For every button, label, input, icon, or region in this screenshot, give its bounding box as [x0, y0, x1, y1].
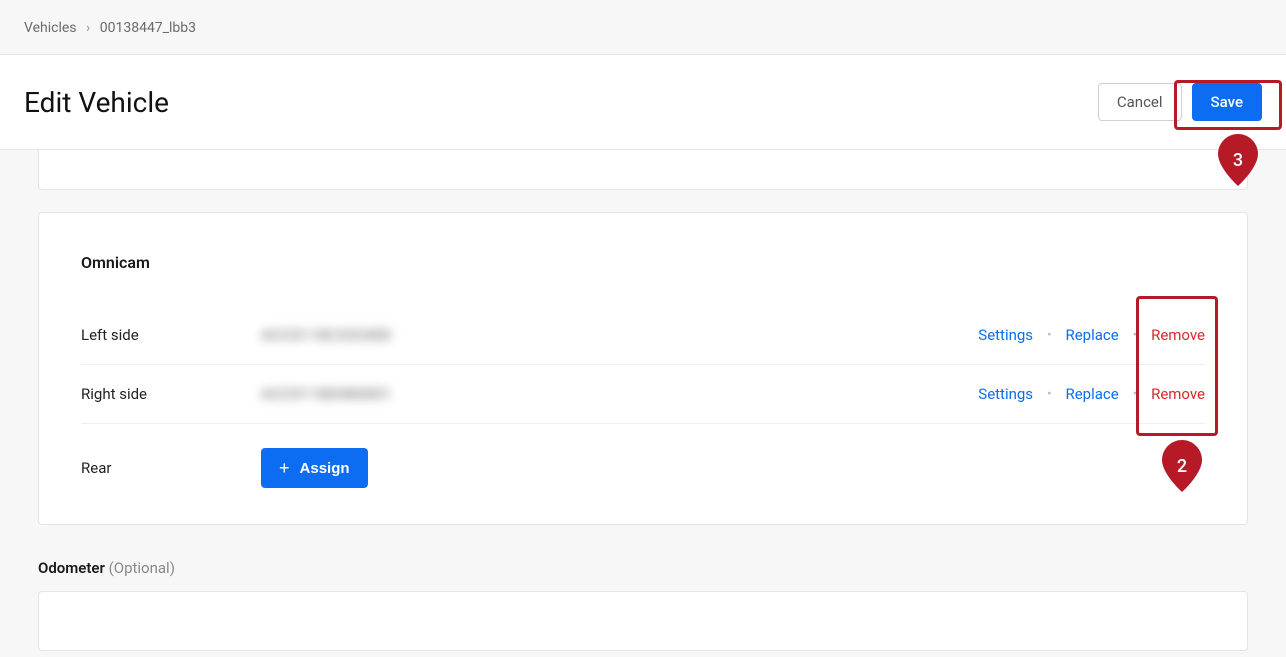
plus-icon: + — [279, 459, 290, 477]
omnicam-right-settings-link[interactable]: Settings — [978, 385, 1033, 403]
odometer-optional-text: (Optional) — [109, 559, 175, 577]
omnicam-left-id: ACC0118C332400 — [261, 326, 391, 344]
omnicam-left-replace-link[interactable]: Replace — [1065, 326, 1118, 344]
separator-dot: • — [1133, 328, 1137, 343]
omnicam-left-settings-link[interactable]: Settings — [978, 326, 1033, 344]
page-header: Edit Vehicle Cancel Save — [0, 55, 1286, 150]
previous-card-stub — [38, 150, 1248, 190]
odometer-label-text: Odometer — [38, 559, 105, 577]
omnicam-row-rear: Rear + Assign — [81, 424, 1205, 488]
omnicam-right-replace-link[interactable]: Replace — [1065, 385, 1118, 403]
save-button[interactable]: Save — [1192, 83, 1262, 121]
omnicam-right-label: Right side — [81, 385, 261, 403]
page-title: Edit Vehicle — [24, 86, 169, 119]
breadcrumb: Vehicles › 00138447_lbb3 — [0, 0, 1286, 55]
omnicam-rear-label: Rear — [81, 459, 261, 477]
omnicam-right-actions: Settings • Replace • Remove — [978, 385, 1205, 403]
omnicam-row-right: Right side ACC0118D080001 Settings • Rep… — [81, 365, 1205, 424]
omnicam-title: Omnicam — [81, 253, 1205, 272]
omnicam-left-remove-link[interactable]: Remove — [1151, 326, 1205, 344]
omnicam-right-remove-link[interactable]: Remove — [1151, 385, 1205, 403]
header-actions: Cancel Save — [1098, 83, 1262, 121]
breadcrumb-current: 00138447_lbb3 — [100, 20, 196, 36]
omnicam-right-id: ACC0118D080001 — [261, 385, 391, 403]
separator-dot: • — [1047, 387, 1051, 402]
odometer-section-label: Odometer (Optional) — [38, 559, 1248, 577]
assign-rear-button[interactable]: + Assign — [261, 448, 368, 488]
separator-dot: • — [1133, 387, 1137, 402]
breadcrumb-root[interactable]: Vehicles — [24, 20, 77, 36]
omnicam-row-left: Left side ACC0118C332400 Settings • Repl… — [81, 306, 1205, 365]
omnicam-card: Omnicam Left side ACC0118C332400 Setting… — [38, 212, 1248, 525]
content-area: Omnicam Left side ACC0118C332400 Setting… — [0, 150, 1286, 652]
assign-button-label: Assign — [300, 460, 350, 477]
odometer-card[interactable] — [38, 591, 1248, 651]
omnicam-left-label: Left side — [81, 326, 261, 344]
omnicam-left-actions: Settings • Replace • Remove — [978, 326, 1205, 344]
cancel-button[interactable]: Cancel — [1098, 83, 1182, 121]
breadcrumb-separator: › — [86, 20, 90, 36]
separator-dot: • — [1047, 328, 1051, 343]
